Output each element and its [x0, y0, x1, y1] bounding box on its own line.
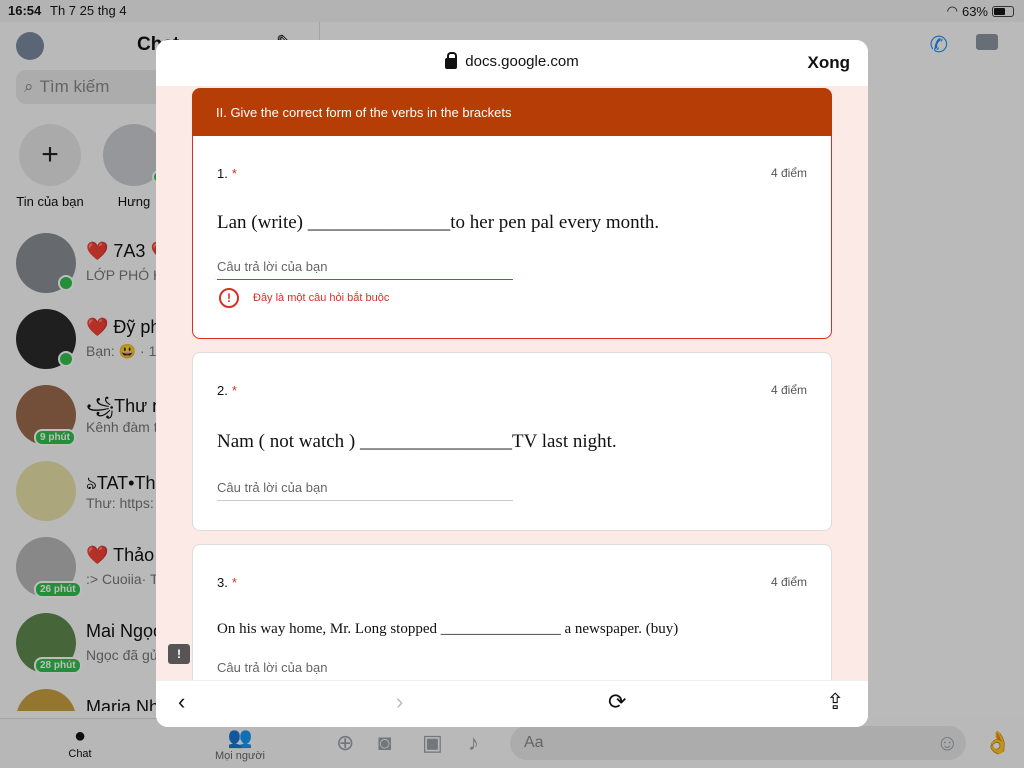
answer-input-3[interactable] — [217, 655, 513, 680]
question-text: On his way home, Mr. Long stopped ______… — [217, 621, 679, 637]
question-text: Nam ( not watch ) ________________TV las… — [217, 431, 617, 452]
battery-percent: 63% — [961, 3, 988, 19]
error-icon: ! — [219, 288, 239, 308]
browser-sheet: docs.google.com Xong II. Give the correc… — [156, 40, 868, 727]
question-card-2: 2. * 4 điểm Nam ( not watch ) ___________… — [192, 352, 832, 531]
url-text: docs.google.com — [465, 53, 579, 70]
question-number-text: 3. — [217, 575, 228, 590]
status-time: 16:54 — [8, 3, 42, 18]
question-card-1: 1. * 4 điểm Lan (write) _______________to… — [192, 136, 832, 339]
form-content[interactable]: II. Give the correct form of the verbs i… — [156, 86, 868, 680]
status-bar: 16:54 Th 7 25 thg 4 ◠ 63% — [0, 0, 1024, 22]
question-number: 1. * — [217, 166, 237, 181]
question-number-text: 2. — [217, 383, 228, 398]
question-number-text: 1. — [217, 166, 228, 181]
question-points: 4 điểm — [770, 166, 807, 180]
required-star: * — [231, 166, 237, 181]
back-button[interactable]: ‹ — [178, 689, 185, 715]
question-points: 4 điểm — [770, 575, 807, 589]
url-display[interactable]: docs.google.com — [156, 52, 868, 70]
question-number: 2. * — [217, 383, 237, 398]
browser-toolbar: ‹ › ⟳ ⇪ — [156, 680, 868, 727]
status-right: ◠ 63% — [947, 3, 1014, 19]
question-number: 3. * — [217, 575, 237, 590]
status-date: Th 7 25 thg 4 — [50, 3, 127, 18]
done-button[interactable]: Xong — [808, 53, 851, 73]
question-card-3: 3. * 4 điểm On his way home, Mr. Long sto… — [192, 544, 832, 680]
lock-icon — [445, 52, 458, 69]
required-error: ! Đây là một câu hỏi bắt buộc — [219, 288, 389, 308]
report-icon[interactable]: ! — [168, 644, 190, 664]
browser-url-bar: docs.google.com Xong — [156, 40, 868, 86]
battery-fill — [994, 7, 1006, 15]
required-star: * — [231, 575, 237, 590]
forward-button[interactable]: › — [396, 689, 403, 715]
answer-input-1[interactable] — [217, 254, 513, 280]
battery-icon — [992, 5, 1014, 17]
answer-input-2[interactable] — [217, 475, 513, 501]
question-points: 4 điểm — [770, 383, 807, 397]
error-text: Đây là một câu hỏi bắt buộc — [253, 292, 390, 304]
required-star: * — [231, 383, 237, 398]
wifi-icon: ◠ — [946, 3, 958, 18]
section-header: II. Give the correct form of the verbs i… — [192, 88, 832, 136]
question-text: Lan (write) _______________to her pen pa… — [217, 212, 660, 233]
reload-icon[interactable]: ⟳ — [608, 689, 626, 715]
share-icon[interactable]: ⇪ — [826, 689, 844, 715]
